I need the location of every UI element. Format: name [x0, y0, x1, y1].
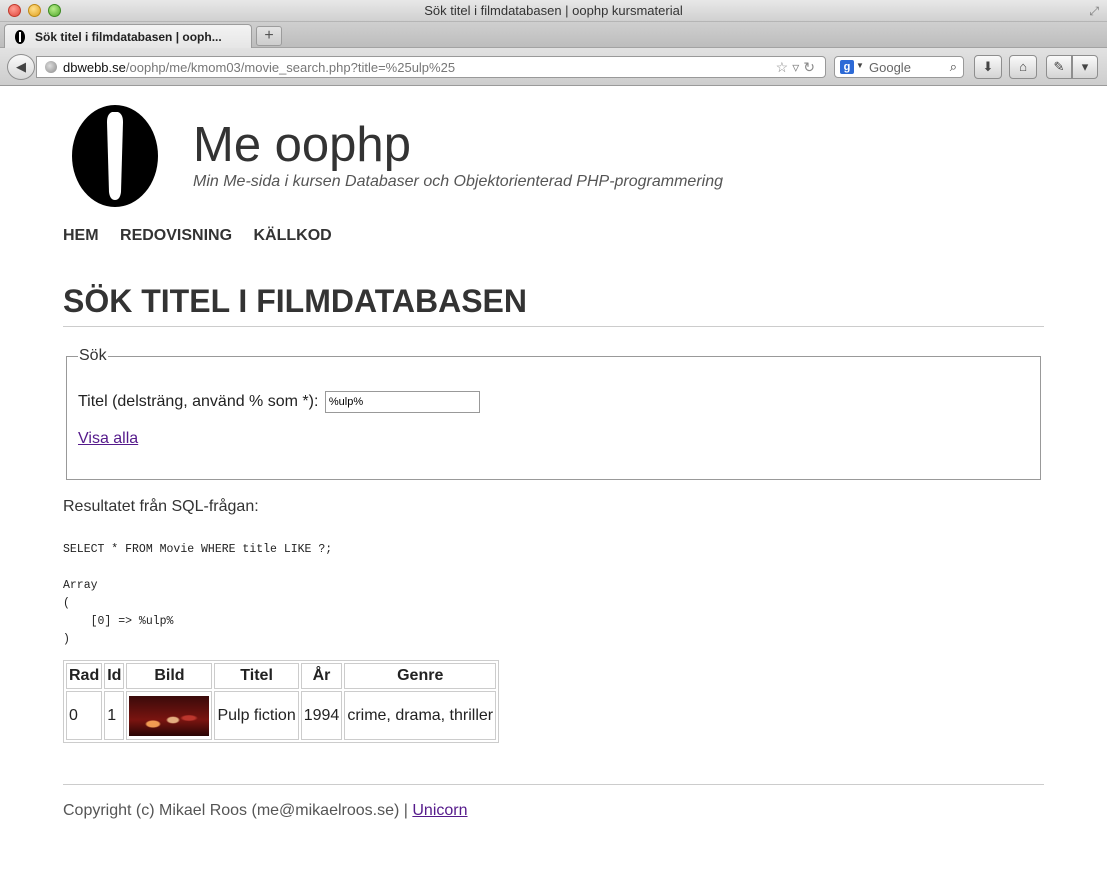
sql-params-dump: Array ( [0] => %ulp% ): [63, 579, 174, 646]
column-header-rad: Rad: [66, 663, 103, 689]
title-search-input[interactable]: [324, 391, 480, 413]
url-domain: dbwebb.se: [63, 60, 126, 75]
home-button[interactable]: ⌂: [1009, 55, 1037, 79]
bookmark-star-icon[interactable]: ☆: [776, 59, 793, 75]
back-button[interactable]: ◀: [7, 54, 35, 80]
reload-icon[interactable]: ↻: [803, 59, 819, 75]
cell-genre: crime, drama, thriller: [344, 691, 497, 740]
chevron-down-icon[interactable]: ▼: [856, 61, 864, 70]
title-field-row: Titel (delsträng, använd % som *):: [78, 391, 1029, 413]
show-all-link[interactable]: Visa alla: [78, 430, 138, 448]
tab-bar: Sök titel i filmdatabasen | ooph... +: [0, 22, 1107, 48]
search-form: Sök Titel (delsträng, använd % som *): V…: [66, 347, 1041, 480]
sql-query: SELECT * FROM Movie WHERE title LIKE ?;: [63, 543, 333, 556]
page-title: Sök titel i filmdatabasen: [63, 283, 1044, 327]
fullscreen-icon[interactable]: ⤢: [1089, 4, 1099, 19]
table-header-row: Rad Id Bild Titel År Genre: [66, 663, 497, 689]
cell-bild: [126, 691, 213, 740]
window-title: Sök titel i filmdatabasen | oophp kursma…: [424, 3, 683, 18]
search-form-legend: Sök: [79, 347, 107, 364]
google-icon[interactable]: g: [840, 60, 854, 74]
result-label: Resultatet från SQL-frågan:: [63, 498, 259, 515]
history-dropdown-icon[interactable]: ▿: [792, 59, 803, 75]
window-titlebar: Sök titel i filmdatabasen | oophp kursma…: [0, 0, 1107, 22]
footer-unicorn-link[interactable]: Unicorn: [412, 802, 467, 819]
site-slogan: Min Me-sida i kursen Databaser och Objek…: [193, 173, 723, 190]
navigation-toolbar: ◀ dbwebb.se/oophp/me/kmom03/movie_search…: [0, 48, 1107, 86]
developer-tools-button[interactable]: ✎: [1046, 55, 1072, 79]
title-field-label: Titel (delsträng, använd % som *):: [78, 393, 319, 411]
table-row: 0 1 Pulp fiction 1994 crime, drama, thri…: [66, 691, 497, 740]
cell-rad: 0: [66, 691, 103, 740]
nav-item-kallkod[interactable]: Källkod: [253, 227, 331, 244]
cell-id: 1: [104, 691, 125, 740]
column-header-id: Id: [104, 663, 125, 689]
nav-item-redovisning[interactable]: Redovisning: [120, 227, 232, 244]
globe-icon: [45, 61, 57, 73]
results-table: Rad Id Bild Titel År Genre 0 1 Pulp fict…: [63, 660, 500, 743]
column-header-genre: Genre: [344, 663, 497, 689]
cell-ar: 1994: [300, 691, 343, 740]
address-bar[interactable]: dbwebb.se/oophp/me/kmom03/movie_search.p…: [36, 56, 826, 78]
column-header-titel: Titel: [214, 663, 299, 689]
page-footer: Copyright (c) Mikael Roos (me@mikaelroos…: [63, 784, 1044, 820]
cell-titel: Pulp fiction: [214, 691, 299, 740]
downloads-button[interactable]: ⬇: [974, 55, 1002, 79]
search-engine-placeholder: Google: [869, 60, 911, 75]
movie-thumbnail-image: [129, 695, 210, 736]
new-tab-button[interactable]: +: [256, 26, 282, 46]
nav-item-hem[interactable]: Hem: [63, 227, 99, 244]
main-navigation: Hem Redovisning Källkod: [63, 227, 349, 245]
url-tools: ☆▿↻: [776, 59, 819, 76]
site-title: Me oophp: [193, 118, 411, 172]
column-header-ar: År: [300, 663, 343, 689]
tab-title: Sök titel i filmdatabasen | ooph...: [35, 30, 222, 44]
search-icon[interactable]: ⌕: [950, 59, 957, 75]
column-header-bild: Bild: [126, 663, 213, 689]
footer-copyright: Copyright (c) Mikael Roos (me@mikaelroos…: [63, 802, 413, 819]
search-engine-box[interactable]: g ▼ Google ⌕: [834, 56, 964, 78]
site-logo[interactable]: [71, 104, 159, 208]
browser-tab-active[interactable]: Sök titel i filmdatabasen | ooph...: [4, 24, 252, 48]
site-favicon-icon: [15, 30, 25, 44]
sql-output: SELECT * FROM Movie WHERE title LIKE ?; …: [63, 541, 332, 649]
url-path: /oophp/me/kmom03/movie_search.php?title=…: [125, 60, 456, 75]
tools-menu-button[interactable]: ▾: [1072, 55, 1098, 79]
